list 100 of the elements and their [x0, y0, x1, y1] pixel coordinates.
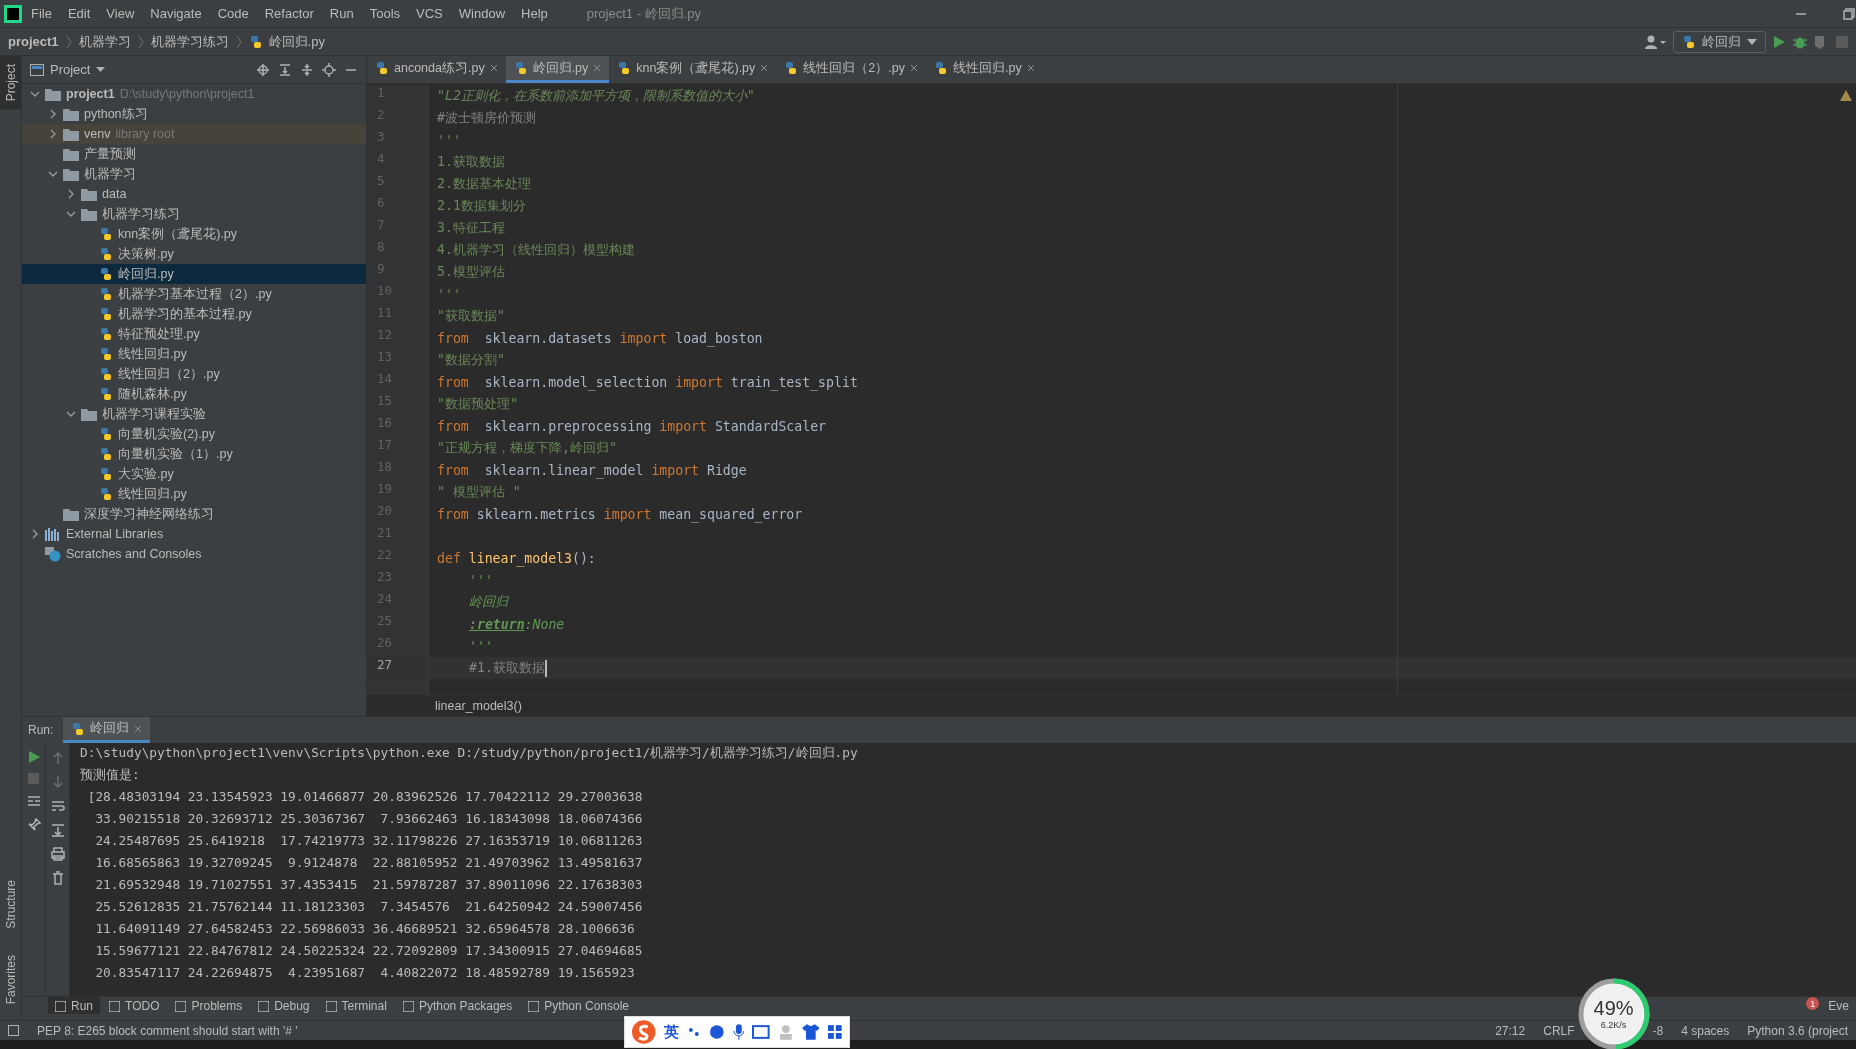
editor-tab[interactable]: knn案例（鸢尾花).py	[609, 56, 777, 83]
tree-item[interactable]: 深度学习神经网络练习	[22, 504, 366, 524]
tree-item[interactable]: 随机森林.py	[22, 384, 366, 404]
breadcrumb-item[interactable]: 机器学习练习	[150, 32, 229, 51]
close-icon[interactable]	[134, 724, 143, 733]
side-tool-tab[interactable]: Project	[0, 56, 21, 110]
menu-item[interactable]: VCS	[409, 6, 450, 21]
status-item[interactable]: -8	[1652, 1023, 1664, 1038]
tree-item[interactable]: 岭回归.py	[22, 264, 366, 284]
tree-item[interactable]: Scratches and Consoles	[22, 544, 366, 564]
microphone-icon[interactable]	[732, 1024, 745, 1040]
editor-tab[interactable]: anconda练习.py	[367, 56, 506, 83]
tree-item[interactable]: 大实验.py	[22, 464, 366, 484]
soft-wrap-icon[interactable]	[50, 799, 65, 813]
tool-window-tab[interactable]: TODO	[102, 997, 167, 1014]
side-tool-tab[interactable]: Structure	[0, 871, 21, 937]
project-view-dropdown[interactable]: Project	[30, 62, 106, 77]
grid-icon[interactable]	[827, 1024, 843, 1040]
restore-icon[interactable]	[1842, 6, 1856, 21]
tree-item[interactable]: 产量预测	[22, 144, 366, 164]
collapse-all-icon[interactable]	[300, 62, 314, 77]
status-item[interactable]: 27:12	[1495, 1023, 1526, 1038]
locate-target-icon[interactable]	[256, 62, 270, 77]
warning-icon[interactable]	[1840, 90, 1852, 101]
chevron-down-icon[interactable]	[66, 409, 76, 419]
tree-item[interactable]: 决策树.py	[22, 244, 366, 264]
run-icon[interactable]	[1772, 34, 1786, 49]
scroll-to-end-icon[interactable]	[50, 823, 65, 837]
input-mode-label[interactable]: 英	[664, 1022, 680, 1042]
tree-item[interactable]: 向量机实验(2).py	[22, 424, 366, 444]
close-icon[interactable]	[760, 64, 769, 72]
tool-window-tab[interactable]: Python Console	[521, 997, 637, 1014]
breadcrumb-item[interactable]: 机器学习	[78, 32, 131, 51]
tool-window-tab[interactable]: Eve	[1821, 997, 1856, 1014]
tree-item[interactable]: 机器学习的基本过程.py	[22, 304, 366, 324]
status-item[interactable]: Python 3.6 (project	[1747, 1023, 1848, 1038]
tree-item[interactable]: python练习	[22, 104, 366, 124]
tree-item[interactable]: 机器学习	[22, 164, 366, 184]
tool-window-tab[interactable]: Debug	[251, 997, 317, 1014]
tool-window-tab[interactable]: Terminal	[318, 997, 394, 1014]
keyboard-icon[interactable]	[752, 1025, 771, 1039]
rerun-icon[interactable]	[27, 751, 40, 763]
tree-item[interactable]: 线性回归.py	[22, 484, 366, 504]
chevron-down-icon[interactable]	[48, 169, 58, 179]
tool-window-tab[interactable]: Problems	[168, 997, 250, 1014]
menu-item[interactable]: View	[99, 6, 142, 21]
tree-item[interactable]: 向量机实验（1）.py	[22, 444, 366, 464]
menu-item[interactable]: Edit	[60, 6, 98, 21]
editor-tab[interactable]: 线性回归.py	[925, 56, 1043, 83]
menu-item[interactable]: Run	[322, 6, 361, 21]
settings-icon[interactable]	[322, 62, 336, 77]
trash-icon[interactable]	[50, 871, 65, 885]
chevron-down-icon[interactable]	[66, 209, 76, 219]
expand-all-icon[interactable]	[278, 62, 292, 77]
tree-item[interactable]: 机器学习练习	[22, 204, 366, 224]
tree-item[interactable]: venv library root	[22, 124, 366, 144]
input-method-toolbar[interactable]: 英	[624, 1016, 850, 1048]
tree-item[interactable]: knn案例（鸢尾花).py	[22, 224, 366, 244]
status-item[interactable]: CRLF	[1543, 1023, 1575, 1038]
menu-item[interactable]: Help	[514, 6, 555, 21]
status-square-icon[interactable]	[8, 1025, 19, 1036]
tree-item[interactable]: project1 D:\study\python\project1	[22, 84, 366, 104]
print-icon[interactable]	[50, 847, 65, 861]
run-tab[interactable]: 岭回归	[63, 717, 151, 743]
tree-item[interactable]: 机器学习基本过程（2）.py	[22, 284, 366, 304]
tool-window-tab[interactable]: Run	[48, 997, 100, 1014]
close-icon[interactable]	[909, 64, 918, 72]
chevron-right-icon[interactable]	[30, 529, 40, 539]
shirt-icon[interactable]	[801, 1024, 820, 1040]
breadcrumb-item[interactable]: project1	[8, 34, 59, 49]
tree-item[interactable]: data	[22, 184, 366, 204]
tree-item[interactable]: 线性回归（2）.py	[22, 364, 366, 384]
editor-tab[interactable]: 线性回归（2）.py	[776, 56, 926, 83]
menu-item[interactable]: File	[24, 6, 59, 21]
close-icon[interactable]	[1026, 64, 1035, 72]
close-icon[interactable]	[489, 64, 498, 72]
code-breadcrumb[interactable]: linear_model3()	[435, 698, 522, 713]
arrow-down-icon[interactable]	[50, 775, 65, 789]
breadcrumb-item[interactable]: 岭回归.py	[268, 32, 325, 51]
layout-icon[interactable]	[26, 794, 41, 808]
menu-item[interactable]: Tools	[362, 6, 408, 21]
side-tool-tab[interactable]: Favorites	[0, 946, 21, 1012]
tree-item[interactable]: 机器学习课程实验	[22, 404, 366, 424]
tree-item[interactable]: External Libraries	[22, 524, 366, 544]
run-configuration-dropdown[interactable]: 岭回归	[1673, 30, 1766, 53]
close-icon[interactable]	[593, 64, 602, 72]
editor-tab[interactable]: 岭回归.py	[505, 56, 610, 83]
user-icon[interactable]	[1645, 34, 1667, 49]
pin-icon[interactable]	[26, 818, 41, 832]
chevron-down-icon[interactable]	[30, 89, 40, 99]
chevron-right-icon[interactable]	[66, 189, 76, 199]
punctuation-icon[interactable]	[687, 1025, 702, 1039]
menu-item[interactable]: Navigate	[143, 6, 209, 21]
menu-item[interactable]: Window	[451, 6, 513, 21]
menu-item[interactable]: Refactor	[257, 6, 321, 21]
tree-item[interactable]: 线性回归.py	[22, 344, 366, 364]
menu-item[interactable]: Code	[210, 6, 256, 21]
status-item[interactable]: 4 spaces	[1681, 1023, 1730, 1038]
tree-item[interactable]: 特征预处理.py	[22, 324, 366, 344]
tool-window-tab[interactable]: Python Packages	[395, 997, 520, 1014]
